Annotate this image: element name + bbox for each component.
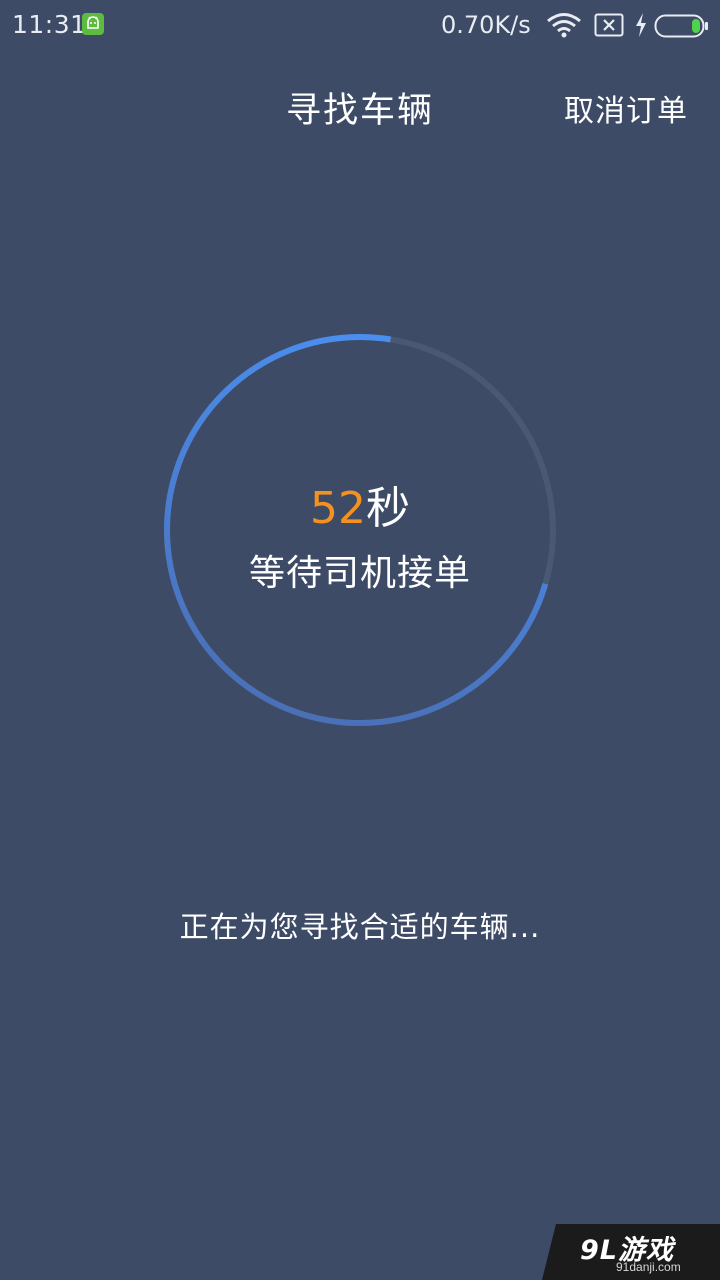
countdown-display: 52秒 bbox=[160, 480, 560, 538]
watermark: 9L游戏 91danji.com bbox=[542, 1224, 720, 1280]
status-time: 11:31 bbox=[12, 10, 87, 39]
android-notification-icon bbox=[82, 13, 104, 35]
searching-message: 正在为您寻找合适的车辆... bbox=[179, 910, 541, 944]
status-bar: 11:31 0.70K/s bbox=[0, 0, 720, 52]
network-speed: 0.70K/s bbox=[441, 11, 531, 39]
header: 寻找车辆 取消订单 bbox=[0, 52, 720, 162]
countdown-unit: 秒 bbox=[366, 483, 410, 534]
battery-icon bbox=[654, 14, 710, 42]
cancel-order-button[interactable]: 取消订单 bbox=[564, 86, 688, 130]
countdown-seconds: 52 bbox=[310, 483, 366, 534]
watermark-url: 91danji.com bbox=[616, 1260, 681, 1274]
waiting-for-driver-label: 等待司机接单 bbox=[248, 553, 471, 594]
charging-icon bbox=[634, 12, 648, 42]
no-sim-icon bbox=[594, 13, 624, 41]
wifi-icon bbox=[546, 12, 582, 42]
